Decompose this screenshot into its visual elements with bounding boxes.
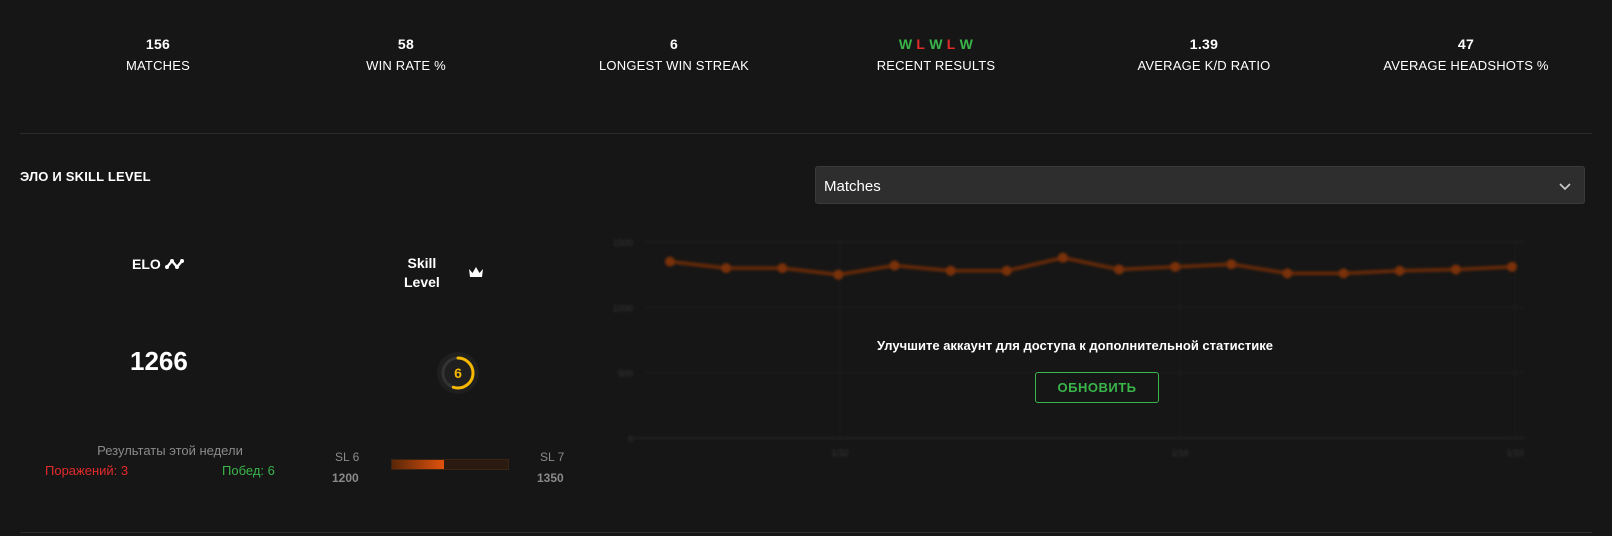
result-win: W bbox=[898, 36, 913, 52]
elo-title-text: ELO bbox=[132, 256, 161, 272]
week-wins: Побед: 6 bbox=[222, 463, 275, 478]
stat-label: RECENT RESULTS bbox=[876, 58, 996, 73]
stat-value: 1.39 bbox=[1189, 36, 1219, 52]
stat-label: AVERAGE K/D RATIO bbox=[1137, 58, 1271, 73]
chart-data-point bbox=[1170, 261, 1181, 272]
week-results-title: Результаты этой недели bbox=[97, 443, 243, 458]
chart-y-tick-label: 500 bbox=[618, 369, 633, 379]
chart-data-point bbox=[777, 263, 788, 274]
stat-label: WIN RATE % bbox=[366, 58, 446, 73]
chart-data-point bbox=[1338, 268, 1349, 279]
chart-data-point bbox=[1114, 264, 1125, 275]
chart-data-point bbox=[1394, 265, 1405, 276]
chart-y-tick-label: 1000 bbox=[613, 303, 633, 313]
crown-icon bbox=[469, 267, 483, 277]
upgrade-button[interactable]: ОБНОВИТЬ bbox=[1035, 372, 1159, 403]
skill-level-gauge: 6 bbox=[437, 352, 479, 394]
skill-title-line: Skill bbox=[407, 255, 437, 271]
chart-data-point bbox=[945, 265, 956, 276]
result-win: W bbox=[959, 36, 974, 52]
chart-x-tick-label: 1/32 bbox=[831, 448, 849, 458]
stat-value: 156 bbox=[145, 36, 171, 52]
result-win: W bbox=[929, 36, 943, 52]
current-sl-label: SL 6 bbox=[335, 450, 360, 464]
upgrade-message: Улучшите аккаунт для доступа к дополните… bbox=[877, 338, 1273, 353]
current-sl-elo: 1200 bbox=[332, 471, 359, 485]
select-value: Matches bbox=[824, 178, 881, 195]
stat-label: LONGEST WIN STREAK bbox=[599, 58, 749, 73]
skill-level-title: Skill Level bbox=[404, 254, 440, 292]
chart-data-point bbox=[889, 260, 900, 271]
chart-data-point bbox=[665, 256, 675, 267]
next-sl-label: SL 7 bbox=[540, 450, 565, 464]
skill-title-line: Level bbox=[404, 274, 440, 290]
stat-label: AVERAGE HEADSHOTS % bbox=[1383, 58, 1549, 73]
stat-win-rate: 58 WIN RATE % bbox=[276, 36, 536, 73]
stat-recent-results: WLWLW RECENT RESULTS bbox=[806, 36, 1066, 73]
stat-value: 6 bbox=[669, 36, 679, 52]
stat-matches: 156 MATCHES bbox=[28, 36, 288, 73]
chart-data-point bbox=[1507, 261, 1517, 272]
chart-data-point bbox=[1282, 268, 1293, 279]
chart-x-tick-label: 1/10 bbox=[1506, 448, 1524, 458]
elo-wave-icon bbox=[164, 259, 184, 269]
stat-headshots: 47 AVERAGE HEADSHOTS % bbox=[1336, 36, 1596, 73]
chart-data-point bbox=[721, 263, 732, 274]
section-divider bbox=[20, 133, 1592, 134]
next-sl-elo: 1350 bbox=[537, 471, 564, 485]
chart-y-tick-label: 0 bbox=[628, 434, 633, 444]
stat-kd-ratio: 1.39 AVERAGE K/D RATIO bbox=[1074, 36, 1334, 73]
chart-type-select[interactable]: Matches bbox=[815, 166, 1585, 204]
sl-progress-bar bbox=[391, 459, 509, 470]
chart-x-tick-label: 1/16 bbox=[1171, 448, 1189, 458]
recent-results-list: WLWLW bbox=[806, 36, 1066, 52]
stat-label: MATCHES bbox=[126, 58, 190, 73]
chart-data-point bbox=[833, 269, 844, 280]
sl-progress-fill bbox=[392, 460, 445, 469]
chart-data-point bbox=[1057, 252, 1068, 263]
chart-data-point bbox=[1450, 264, 1461, 275]
stat-value: 58 bbox=[397, 36, 415, 52]
elo-history-chart: 0 500 1000 1500 1/32 1/16 1/10 bbox=[613, 238, 1525, 458]
week-losses: Поражений: 3 bbox=[45, 463, 129, 478]
result-loss: L bbox=[946, 36, 956, 52]
bottom-divider bbox=[20, 532, 1592, 533]
skill-level-number: 6 bbox=[454, 365, 462, 381]
chart-series-line bbox=[669, 255, 1513, 277]
section-title: ЭЛО И SKILL LEVEL bbox=[20, 169, 151, 184]
chart-data-point bbox=[1226, 259, 1237, 270]
result-loss: L bbox=[916, 36, 926, 52]
chevron-down-icon bbox=[1559, 183, 1571, 191]
stats-bar: 156 MATCHES 58 WIN RATE % 6 LONGEST WIN … bbox=[0, 0, 1612, 135]
stat-value: 47 bbox=[1457, 36, 1475, 52]
elo-value: 1266 bbox=[130, 346, 188, 376]
stat-longest-win-streak: 6 LONGEST WIN STREAK bbox=[544, 36, 804, 73]
chart-y-tick-label: 1500 bbox=[613, 238, 633, 248]
elo-title: ELO bbox=[132, 256, 185, 272]
chart-data-point bbox=[1001, 265, 1012, 276]
